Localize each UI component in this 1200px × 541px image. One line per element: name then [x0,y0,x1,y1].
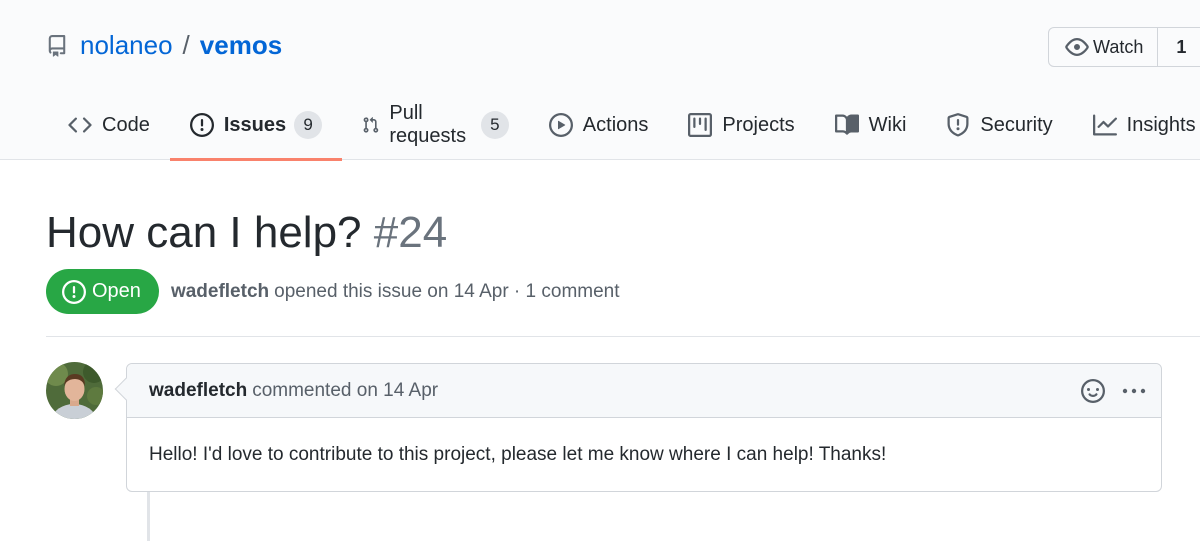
repo-separator: / [182,30,190,60]
tab-issues-label: Issues [223,113,287,136]
issue-number: #24 [373,208,448,257]
repo-nav-tabs: Code Issues 9 Pull requests 5 Actions Pr… [48,90,1200,161]
tab-insights-label: Insights [1126,113,1196,136]
comment-meta[interactable]: commented on 14 Apr [252,380,438,402]
kebab-horizontal-icon[interactable] [1121,379,1147,403]
repo-header: nolaneo / vemos Watch 1 Code Issues 9 Pu… [0,0,1200,161]
watch-count[interactable]: 1 [1158,28,1186,66]
timeline-line [147,492,150,541]
comment-box: wadefletch commented on 14 Apr Hello! I'… [126,363,1162,492]
tab-wiki-label: Wiki [868,113,907,136]
tab-security-label: Security [980,113,1053,136]
tab-security[interactable]: Security [926,90,1072,160]
project-icon [688,113,713,137]
avatar[interactable] [46,362,103,419]
tab-actions-label: Actions [582,113,649,136]
comment-header: wadefletch commented on 14 Apr [127,364,1161,418]
issue-meta-text: opened this issue on 14 Apr · 1 comment [274,280,620,302]
watch-label: Watch [1093,36,1144,57]
avatar-image [46,362,103,419]
issue-opened-icon [62,279,86,304]
pull-requests-count-badge: 5 [480,111,509,139]
issue-title-text: How can I help? [46,208,362,257]
eye-icon [1065,38,1089,56]
issue-author-link[interactable]: wadefletch [171,281,269,303]
repo-name-link[interactable]: vemos [200,30,282,61]
tab-pull-requests-label: Pull requests [389,102,467,147]
tab-projects[interactable]: Projects [668,90,814,160]
repo-title: nolaneo / vemos [46,30,282,61]
book-icon [834,114,859,135]
repo-owner-link[interactable]: nolaneo [80,30,173,61]
tab-code-label: Code [102,113,150,136]
tab-projects-label: Projects [722,113,795,136]
git-pull-request-icon [363,116,379,133]
issue-state-label: Open [92,280,141,302]
comment-body: Hello! I'd love to contribute to this pr… [149,444,887,465]
issue-meta: Open wadefletch opened this issue on 14 … [46,269,620,314]
tab-actions[interactable]: Actions [529,90,669,160]
issue-opened-icon [189,113,214,137]
issues-count-badge: 9 [294,111,323,139]
watch-button[interactable]: Watch [1049,28,1159,66]
code-icon [68,117,92,133]
graph-icon [1092,114,1117,136]
tab-pull-requests[interactable]: Pull requests 5 [342,90,529,160]
watch-control: Watch 1 [1048,27,1200,67]
tab-insights[interactable]: Insights [1073,90,1200,160]
tab-code[interactable]: Code [48,90,170,160]
repo-icon [48,34,66,57]
tab-issues[interactable]: Issues 9 [169,90,343,161]
play-icon [548,113,573,137]
smiley-icon[interactable] [1081,379,1105,403]
comment-author-link[interactable]: wadefletch [149,380,247,402]
shield-icon [947,113,969,137]
issue-title: How can I help? #24 [46,208,447,258]
tab-wiki[interactable]: Wiki [815,90,927,160]
comment-actions [1081,364,1147,418]
issue-state-badge: Open [46,269,159,314]
header-divider [46,336,1200,337]
